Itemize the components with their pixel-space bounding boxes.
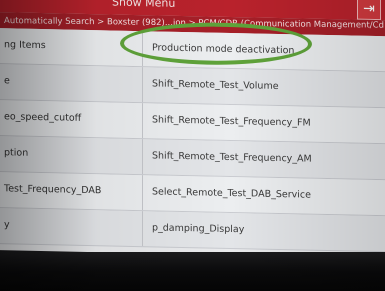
- column-divider: [142, 67, 143, 103]
- device-bezel: [0, 252, 385, 291]
- list-item-left[interactable]: eo_speed_cutoff: [4, 111, 81, 124]
- column-divider: [142, 103, 143, 139]
- list-item-left[interactable]: ption: [4, 147, 28, 159]
- list-item-left[interactable]: Test_Frequency_DAB: [4, 183, 101, 196]
- list-item-right[interactable]: p_damping_Display: [152, 222, 244, 235]
- list-row: y p_damping_Display: [0, 208, 385, 253]
- device-screen: Show Menu ⇥ Automatically Search > Boxst…: [0, 0, 385, 265]
- exit-icon: ⇥: [363, 0, 375, 18]
- list-item-left[interactable]: y: [4, 219, 10, 230]
- list-item-right[interactable]: Shift_Remote_Test_Volume: [152, 78, 279, 92]
- list-item-right[interactable]: Select_Remote_Test_DAB_Service: [152, 186, 311, 200]
- list-item-right[interactable]: Shift_Remote_Test_Frequency_AM: [152, 150, 312, 164]
- list-item-left[interactable]: ng Items: [4, 39, 46, 51]
- menu-title: Show Menu: [112, 0, 176, 10]
- column-divider: [142, 175, 143, 211]
- list-item-left[interactable]: e: [4, 75, 10, 86]
- column-divider: [142, 211, 143, 247]
- photo: Show Menu ⇥ Automatically Search > Boxst…: [0, 0, 385, 291]
- column-divider: [142, 139, 143, 175]
- list-item-right[interactable]: Shift_Remote_Test_Frequency_FM: [152, 114, 311, 128]
- exit-button[interactable]: ⇥: [357, 0, 381, 21]
